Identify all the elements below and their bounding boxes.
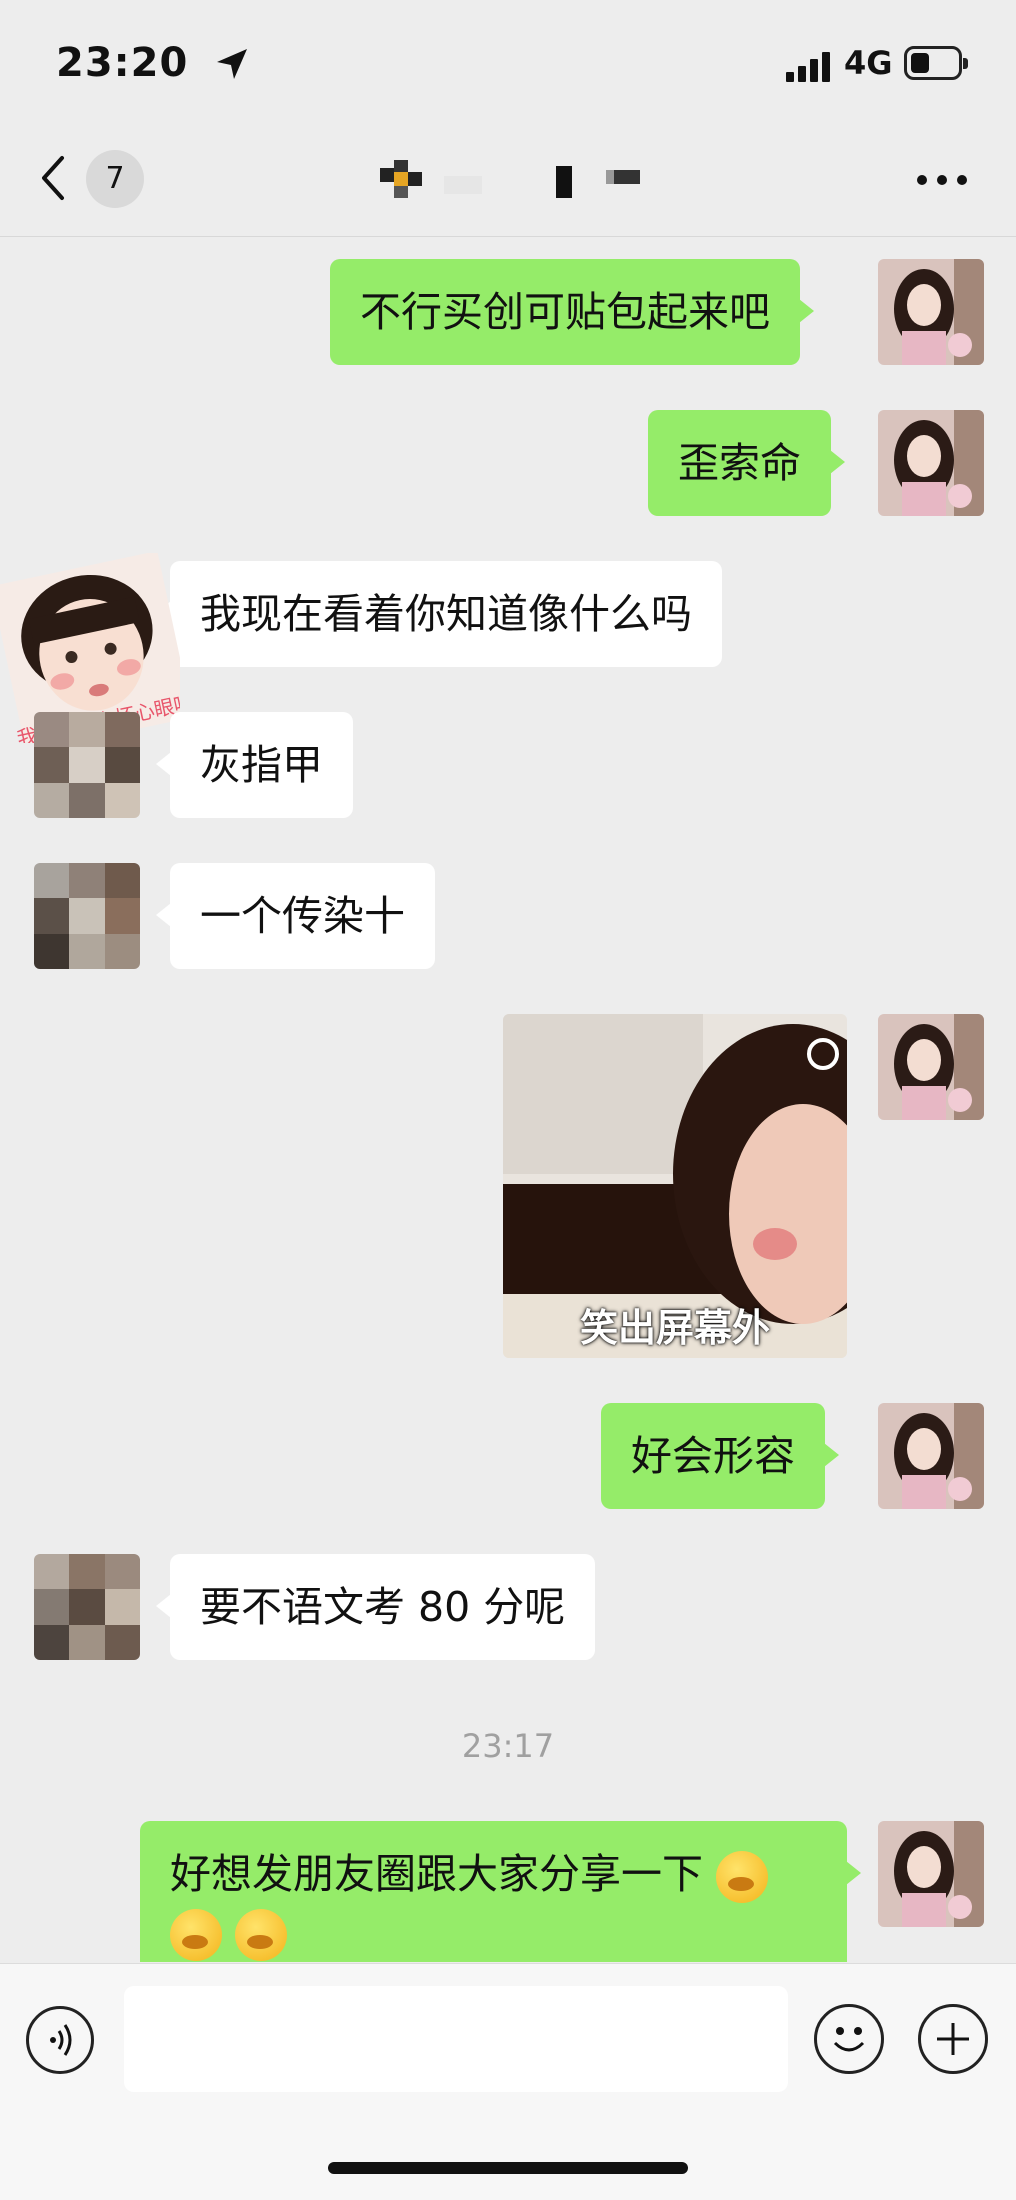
signal-icon xyxy=(786,52,830,82)
message-list[interactable]: 不行买创可贴包起来吧 歪索命 我现在看着你知道像什么吗 灰指甲 一个传染十 笑出… xyxy=(0,237,1016,1962)
avatar-contact-pixelated[interactable] xyxy=(34,712,140,818)
message-bubble-left[interactable]: 要不语文考 80 分呢 xyxy=(155,1554,596,1660)
unread-count-badge[interactable]: 7 xyxy=(86,150,144,208)
network-type: 4G xyxy=(844,44,893,82)
grin-emoji-icon xyxy=(716,1851,769,1903)
message-bubble-right[interactable]: 不行买创可贴包起来吧 xyxy=(330,259,814,365)
grin-emoji-icon xyxy=(235,1909,288,1961)
message-text: 我现在看着你知道像什么吗 xyxy=(200,590,692,638)
status-time: 23:20 xyxy=(56,40,189,86)
avatar-self[interactable] xyxy=(878,1821,984,1927)
chevron-left-icon[interactable] xyxy=(38,154,68,202)
avatar-self[interactable] xyxy=(878,259,984,365)
plus-icon[interactable] xyxy=(918,2004,988,2074)
avatar-self[interactable] xyxy=(878,1014,984,1120)
emoji-icon[interactable] xyxy=(814,2004,884,2074)
avatar-self[interactable] xyxy=(878,410,984,516)
avatar-self[interactable] xyxy=(878,1403,984,1509)
avatar-contact-pixelated[interactable] xyxy=(34,863,140,969)
home-indicator xyxy=(328,2162,688,2174)
status-bar: 23:20 4G xyxy=(0,0,1016,120)
battery-icon xyxy=(904,46,968,80)
message-bubble-left[interactable]: 我现在看着你知道像什么吗 xyxy=(156,561,722,667)
avatar-contact-pixelated[interactable] xyxy=(34,1554,140,1660)
message-bubble-right[interactable]: 好会形容 xyxy=(601,1403,839,1509)
grin-emoji-icon xyxy=(170,1909,222,1961)
message-text: 歪索命 xyxy=(678,439,801,487)
voice-icon[interactable] xyxy=(26,2006,94,2074)
message-bubble-right[interactable]: 好想发朋友圈跟大家分享一下 xyxy=(140,1821,861,1962)
message-input[interactable] xyxy=(124,1986,788,2092)
message-text: 要不语文考 80 分呢 xyxy=(200,1583,566,1631)
timestamp: 23:17 xyxy=(461,1727,555,1765)
message-text: 好想发朋友圈跟大家分享一下 xyxy=(170,1850,703,1898)
more-dots-icon[interactable] xyxy=(916,174,968,186)
message-text: 灰指甲 xyxy=(200,741,323,789)
chat-header: 7 xyxy=(0,120,1016,237)
message-text: 好会形容 xyxy=(631,1432,795,1480)
message-text: 一个传染十 xyxy=(200,892,405,940)
image-caption: 笑出屏幕外 xyxy=(579,1306,770,1350)
message-text: 不行买创可贴包起来吧 xyxy=(360,288,770,336)
chat-title-pixelated xyxy=(380,160,660,200)
message-bubble-left[interactable]: 灰指甲 xyxy=(156,712,353,818)
image-message[interactable]: 笑出屏幕外 xyxy=(503,1014,847,1358)
location-arrow-icon xyxy=(217,49,247,79)
message-bubble-right[interactable]: 歪索命 xyxy=(648,410,845,516)
message-bubble-left[interactable]: 一个传染十 xyxy=(156,863,435,969)
